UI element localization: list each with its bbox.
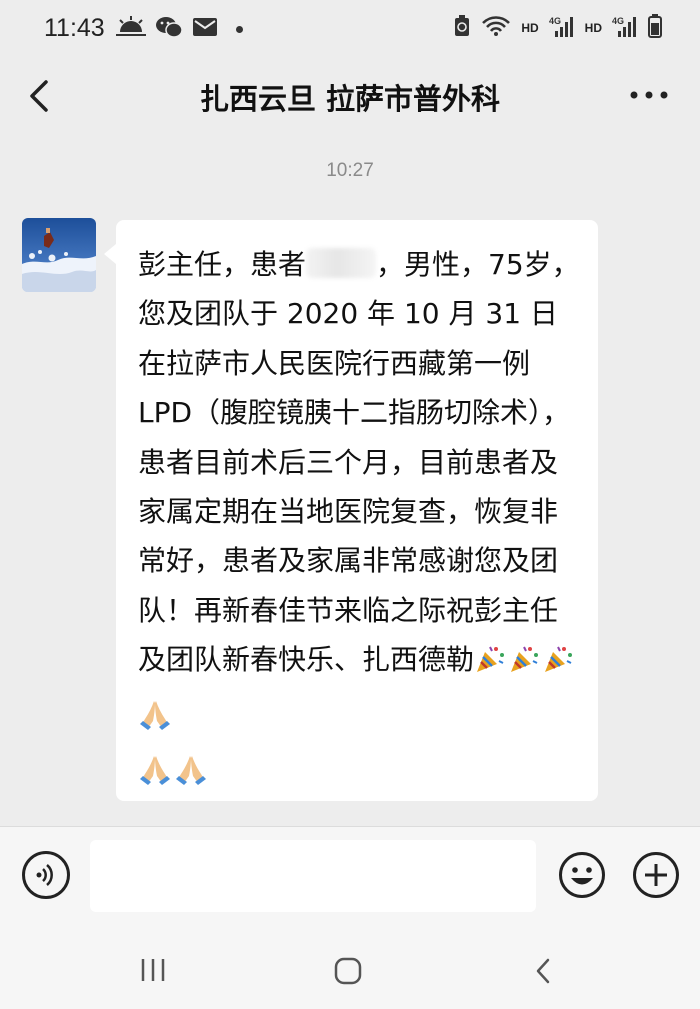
back-triangle-icon [536,958,550,984]
recycle-icon [453,15,471,41]
folded-hands-icon [138,697,172,746]
input-bar [0,826,700,926]
plus-button[interactable] [632,851,680,899]
message-timestamp: 10:27 [326,160,374,181]
status-left-icons [116,16,243,42]
party-popper-icon [508,641,540,690]
system-back-button[interactable] [530,956,556,986]
message-input[interactable] [90,840,536,912]
notification-dot [236,25,243,33]
chat-title: 扎西云旦 拉萨市普外科 [199,82,501,116]
emoji-button[interactable] [558,851,606,899]
party-popper-icon [474,641,506,690]
status-time: 11:43 [44,14,105,42]
emoji-icon [559,852,605,898]
status-bar: 11:43 HD 4G HD 4G [0,0,700,58]
redacted-name [306,248,377,278]
avatar-image [22,218,96,292]
voice-button[interactable] [22,851,70,899]
plus-icon [633,852,679,898]
folded-hands-icon [138,752,172,801]
more-button[interactable] [624,80,674,110]
message-text: 彭主任，患者 ，男性，75岁，您及团队于 2020 年 10 月 31 日在拉萨市… [138,240,582,801]
signal-icon-2: 4G [612,15,638,41]
recent-apps-button[interactable] [138,958,168,982]
mail-icon [192,17,218,41]
network-type-2: HD [584,21,602,35]
wifi-icon [481,15,511,41]
avatar[interactable] [22,218,96,292]
party-popper-icon [542,641,574,690]
recent-apps-icon [141,959,165,981]
message-text-part2: ，男性，75岁，您及团队于 2020 年 10 月 31 日在拉萨市人民医院行西… [138,248,580,677]
svg-text:4G: 4G [612,16,624,26]
more-dots-icon [630,91,668,99]
battery-icon [648,14,662,42]
network-type-1: HD [521,21,539,35]
signal-icon: 4G [549,15,575,41]
folded-hands-icon [174,752,208,801]
message-text-part1: 彭主任，患者 [138,248,307,281]
voice-icon [36,864,53,886]
system-nav-bar [0,926,700,1009]
weather-icon [116,16,146,42]
chat-header: 扎西云旦 拉萨市普外科 [0,58,700,136]
svg-text:4G: 4G [549,16,561,26]
status-right-icons: HD 4G HD 4G [453,14,662,42]
home-button[interactable] [333,956,363,986]
home-icon [334,957,362,985]
message-bubble[interactable]: 彭主任，患者 ，男性，75岁，您及团队于 2020 年 10 月 31 日在拉萨市… [104,220,598,801]
wechat-icon [156,16,183,42]
